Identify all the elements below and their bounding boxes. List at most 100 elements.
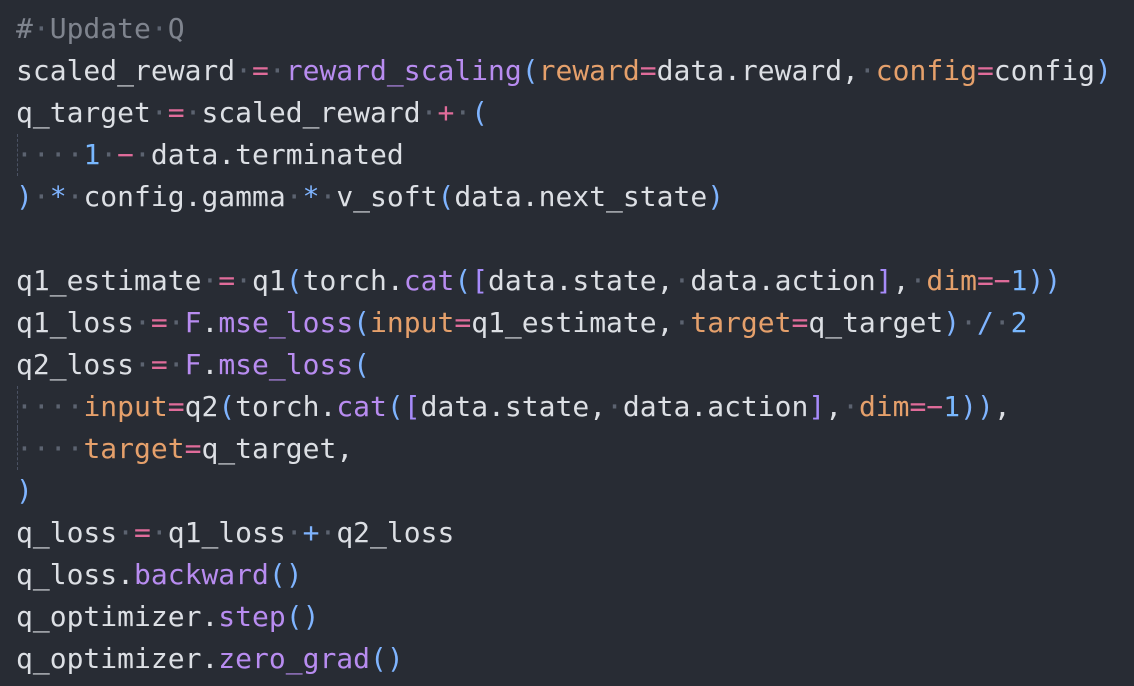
code-token: ( [285,264,303,297]
code-token: input [370,306,455,339]
code-line[interactable]: ) [0,470,1134,512]
code-token: target [83,432,185,465]
code-line[interactable] [0,218,1134,260]
code-line[interactable]: q1_loss·=·F.mse_loss(input=q1_estimate,·… [0,302,1134,344]
code-token: , [993,390,1011,423]
whitespace-marker: · [235,54,253,87]
whitespace-marker: · [134,306,151,339]
code-token: = [639,54,657,87]
code-line[interactable]: ····1·−·data.terminated [0,134,1134,176]
code-token: + [302,516,320,549]
whitespace-marker: · [117,516,135,549]
code-token: q1_estimate, [471,306,674,339]
code-token: − [926,390,944,423]
code-line[interactable]: q_loss·=·q1_loss·+·q2_loss [0,512,1134,554]
code-token: scaled_reward [16,54,236,87]
code-token: = [167,390,185,423]
code-token: target [690,306,792,339]
code-token: Q [167,12,185,45]
code-token: q1_loss [16,306,135,339]
code-token: q2_loss [336,516,455,549]
code-token: ) [943,306,961,339]
code-token: , [892,264,910,297]
code-token: data.terminated [150,138,404,171]
whitespace-marker: · [184,96,202,129]
code-line[interactable]: q2_loss·=·F.mse_loss( [0,344,1134,386]
code-token: ( [218,390,236,423]
whitespace-marker: ···· [16,432,84,465]
code-token: q_optimizer [16,642,202,675]
whitespace-marker: · [858,54,876,87]
code-token: () [285,600,320,633]
whitespace-marker: ···· [16,138,84,171]
code-line[interactable]: ····input=q2(torch.cat([data.state,·data… [0,386,1134,428]
code-token: cat [336,390,387,423]
code-token: q_loss [16,558,118,591]
code-token: )) [960,390,994,423]
code-token: mse_loss [218,306,354,339]
code-line[interactable]: #·Update·Q [0,8,1134,50]
whitespace-marker: · [201,264,219,297]
code-token: = [134,516,151,549]
code-token: q_loss [16,516,118,549]
code-token: config [993,54,1095,87]
code-token: . [201,348,219,381]
code-token: 2 [1010,306,1028,339]
code-editor[interactable]: #·Update·Q scaled_reward·=·reward_scaling… [0,0,1134,686]
code-token: q2 [184,390,219,423]
code-token: = [218,264,236,297]
code-token: q2_loss [16,348,135,381]
code-token: data.state, [420,390,607,423]
whitespace-marker: · [150,516,168,549]
whitespace-marker: · [319,180,337,213]
code-token: − [117,138,135,171]
code-token: config.gamma [83,180,286,213]
code-token: # [16,12,33,45]
whitespace-marker: · [960,306,977,339]
whitespace-marker: · [167,348,185,381]
whitespace-marker: · [100,138,118,171]
code-token: )) [1027,264,1062,297]
code-line[interactable]: q_loss.backward() [0,554,1134,596]
code-token: ( [437,180,455,213]
code-line[interactable]: q_target·=·scaled_reward·+·( [0,92,1134,134]
code-token: dim [858,390,910,423]
whitespace-marker: · [235,264,253,297]
code-token: F [184,306,202,339]
code-token: q1 [252,264,286,297]
code-line[interactable]: q_optimizer.zero_grad() [0,638,1134,680]
whitespace-marker: · [134,348,151,381]
code-token: mse_loss [218,348,354,381]
whitespace-marker: · [606,390,623,423]
code-token: q1_loss [167,516,286,549]
code-token: input [83,390,168,423]
code-token: 1 [1010,264,1028,297]
code-line[interactable]: scaled_reward·=·reward_scaling(reward=da… [0,50,1134,92]
whitespace-marker: ···· [16,390,84,423]
code-token: dim [926,264,977,297]
code-token: ] [808,390,826,423]
code-line[interactable]: )·*·config.gamma·*·v_soft(data.next_stat… [0,176,1134,218]
code-token: . [201,642,219,675]
whitespace-marker: · [420,96,438,129]
whitespace-marker: · [842,390,859,423]
code-token: , [825,390,843,423]
code-token: . [319,390,337,423]
whitespace-marker: · [909,264,927,297]
whitespace-marker: · [66,180,84,213]
code-line[interactable]: ····target=q_target, [0,428,1134,470]
code-token: torch [235,390,320,423]
code-token: ) [1094,54,1112,87]
code-line[interactable]: q_optimizer.step() [0,596,1134,638]
indent-guide [17,428,18,470]
code-token: q_target, [201,432,354,465]
code-token: = [150,306,168,339]
code-token: ( [454,264,472,297]
code-token: 1 [83,138,101,171]
code-token: () [268,558,303,591]
code-line[interactable]: q1_estimate·=·q1(torch.cat([data.state,·… [0,260,1134,302]
code-token: data.next_state [454,180,708,213]
whitespace-marker: · [285,180,303,213]
code-token: torch [302,264,387,297]
code-token: = [791,306,809,339]
